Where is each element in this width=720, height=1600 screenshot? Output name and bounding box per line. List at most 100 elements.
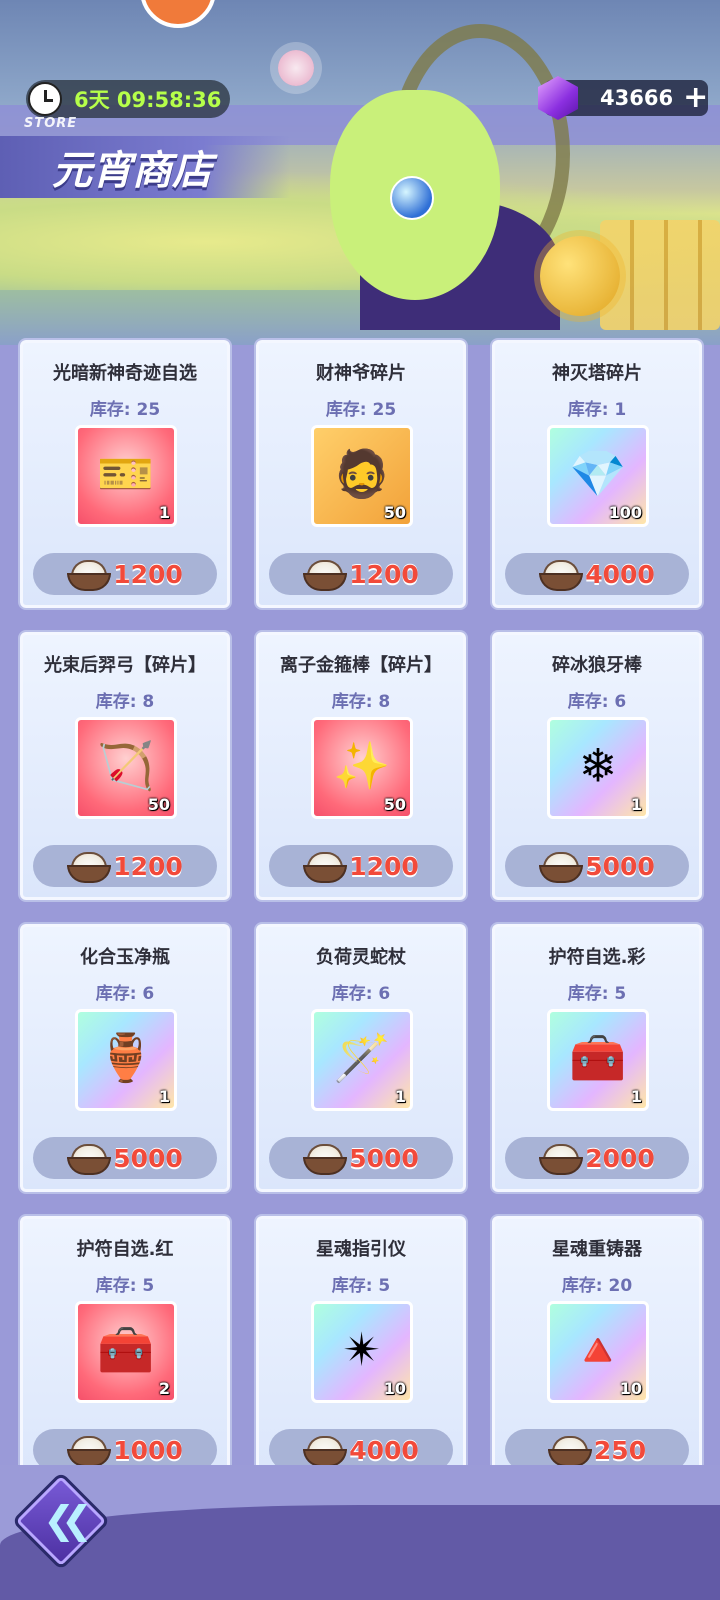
shop-item-card[interactable]: 光暗新神奇迹自选 库存: 25 🎫 1 1200 <box>20 340 230 608</box>
item-name: 星魂指引仪 <box>316 1239 406 1260</box>
item-name: 神灭塔碎片 <box>552 363 642 384</box>
item-name: 离子金箍棒【碎片】 <box>280 655 442 676</box>
item-price: 1000 <box>113 1435 183 1465</box>
timer-text: 6天 09:58:36 <box>74 88 222 112</box>
serpent-staff-icon[interactable]: 🪄 1 <box>311 1009 413 1111</box>
item-name: 护符自选.彩 <box>548 947 646 968</box>
clock-icon <box>28 82 62 116</box>
item-price: 5000 <box>349 1143 419 1173</box>
buy-button[interactable]: 1200 <box>33 553 217 595</box>
triangle-forge-icon[interactable]: 🔺 10 <box>547 1301 649 1403</box>
star-compass-icon[interactable]: ✴ 10 <box>311 1301 413 1403</box>
buy-button[interactable]: 1200 <box>269 845 453 887</box>
store-label: STORE <box>24 116 78 131</box>
item-stock: 库存: 25 <box>325 400 397 420</box>
art-orb <box>390 176 434 220</box>
ice-mace-icon[interactable]: ❄ 1 <box>547 717 649 819</box>
yuanxiao-bowl-icon <box>539 560 584 591</box>
item-symbol: 🧔 <box>333 446 391 501</box>
page-title: 元宵商店 <box>0 136 290 198</box>
shop-item-card[interactable]: 星魂重铸器 库存: 20 🔺 10 250 <box>492 1216 702 1465</box>
item-count: 1 <box>158 503 170 522</box>
item-symbol: ❄ <box>578 738 618 793</box>
bottom-bar <box>0 1465 720 1600</box>
item-count: 2 <box>158 1379 170 1398</box>
item-symbol: ✨ <box>333 738 391 793</box>
rainbow-chest-icon[interactable]: 🧰 1 <box>547 1009 649 1111</box>
flame-bow-icon[interactable]: 🏹 50 <box>75 717 177 819</box>
item-stock: 库存: 5 <box>331 1276 391 1296</box>
yuanxiao-bowl-icon <box>67 852 112 883</box>
item-symbol: 🎫 <box>97 446 155 501</box>
shop-item-card[interactable]: 财神爷碎片 库存: 25 🧔 50 1200 <box>256 340 466 608</box>
shop-item-card[interactable]: 碎冰狼牙棒 库存: 6 ❄ 1 5000 <box>492 632 702 900</box>
item-symbol: 💎 <box>569 446 627 501</box>
item-stock: 库存: 8 <box>331 692 391 712</box>
item-name: 负荷灵蛇杖 <box>316 947 406 968</box>
buy-button[interactable]: 1200 <box>33 845 217 887</box>
buy-button[interactable]: 5000 <box>269 1137 453 1179</box>
yuanxiao-bowl-icon <box>67 1436 112 1465</box>
item-symbol: 🧰 <box>97 1322 155 1377</box>
yuanxiao-bowl-icon <box>303 1436 348 1465</box>
item-price: 4000 <box>349 1435 419 1465</box>
buy-button[interactable]: 250 <box>505 1429 689 1465</box>
bottom-bar-wave <box>0 1505 720 1600</box>
buy-button[interactable]: 4000 <box>269 1429 453 1465</box>
add-currency-button[interactable]: + <box>683 83 708 113</box>
shop-item-card[interactable]: 化合玉净瓶库存: 6 🏺 1 5000 <box>20 924 230 1192</box>
item-name: 光束后羿弓【碎片】 <box>44 655 206 676</box>
shop-item-card[interactable]: 星魂指引仪库存: 5 ✴ 10 4000 <box>256 1216 466 1465</box>
red-crystal-icon[interactable]: 💎 100 <box>547 425 649 527</box>
top-event-badge[interactable] <box>140 0 216 28</box>
buy-button[interactable]: 2000 <box>505 1137 689 1179</box>
item-name: 星魂重铸器 <box>552 1239 642 1260</box>
item-symbol: 🏹 <box>97 738 155 793</box>
item-count: 10 <box>383 1379 406 1398</box>
shop-item-card[interactable]: 光束后羿弓【碎片】 库存: 8 🏹 50 1200 <box>20 632 230 900</box>
item-stock: 库存: 1 <box>567 400 627 420</box>
shop-item-card[interactable]: 神灭塔碎片库存: 1 💎 100 4000 <box>492 340 702 608</box>
double-chevron-left-icon[interactable]: ❮❮ <box>26 1500 96 1540</box>
yuanxiao-bowl-icon <box>303 852 348 883</box>
buy-button[interactable]: 1200 <box>269 553 453 595</box>
event-timer: 6天 09:58:36 <box>26 80 230 118</box>
planet-decoration-left <box>278 50 314 86</box>
shop-item-card[interactable]: 离子金箍棒【碎片】 库存: 8 ✨ 50 1200 <box>256 632 466 900</box>
item-stock: 库存: 6 <box>331 984 391 1004</box>
golden-staff-icon[interactable]: ✨ 50 <box>311 717 413 819</box>
shop-item-card[interactable]: 护符自选.彩 库存: 5 🧰 1 2000 <box>492 924 702 1192</box>
item-price: 2000 <box>585 1143 655 1173</box>
item-price: 4000 <box>585 559 655 589</box>
buy-button[interactable]: 1000 <box>33 1429 217 1465</box>
god-of-wealth-portrait-icon[interactable]: 🧔 50 <box>311 425 413 527</box>
item-count: 50 <box>383 503 406 522</box>
item-count: 1 <box>158 1087 170 1106</box>
item-stock: 库存: 8 <box>95 692 155 712</box>
jade-vase-icon[interactable]: 🏺 1 <box>75 1009 177 1111</box>
shop-item-grid: 光暗新神奇迹自选 库存: 25 🎫 1 1200 财神爷碎片 库存: 25 🧔 50 1200 神灭… <box>0 330 720 1465</box>
yuanxiao-bowl-icon <box>539 1144 584 1175</box>
item-price: 1200 <box>113 851 183 881</box>
currency-amount: 43666 <box>600 86 674 110</box>
item-stock: 库存: 6 <box>95 984 155 1004</box>
item-price: 5000 <box>113 1143 183 1173</box>
store-banner: 6天 09:58:36 STORE 元宵商店 43666 + <box>0 0 720 345</box>
yuanxiao-bowl-icon <box>67 560 112 591</box>
item-price: 1200 <box>349 559 419 589</box>
buy-button[interactable]: 5000 <box>33 1137 217 1179</box>
shop-item-card[interactable]: 护符自选.红 库存: 5 🧰 2 1000 <box>20 1216 230 1465</box>
buy-button[interactable]: 5000 <box>505 845 689 887</box>
ticket-icon[interactable]: 🎫 1 <box>75 425 177 527</box>
item-count: 1 <box>394 1087 406 1106</box>
item-price: 5000 <box>585 851 655 881</box>
item-stock: 库存: 5 <box>567 984 627 1004</box>
red-chest-icon[interactable]: 🧰 2 <box>75 1301 177 1403</box>
buy-button[interactable]: 4000 <box>505 553 689 595</box>
yuanxiao-bowl-icon <box>539 852 584 883</box>
item-symbol: ✴ <box>342 1322 382 1377</box>
item-name: 化合玉净瓶 <box>80 947 170 968</box>
planet-decoration-right <box>540 236 620 316</box>
shop-item-card[interactable]: 负荷灵蛇杖库存: 6 🪄 1 5000 <box>256 924 466 1192</box>
item-count: 1 <box>630 795 642 814</box>
